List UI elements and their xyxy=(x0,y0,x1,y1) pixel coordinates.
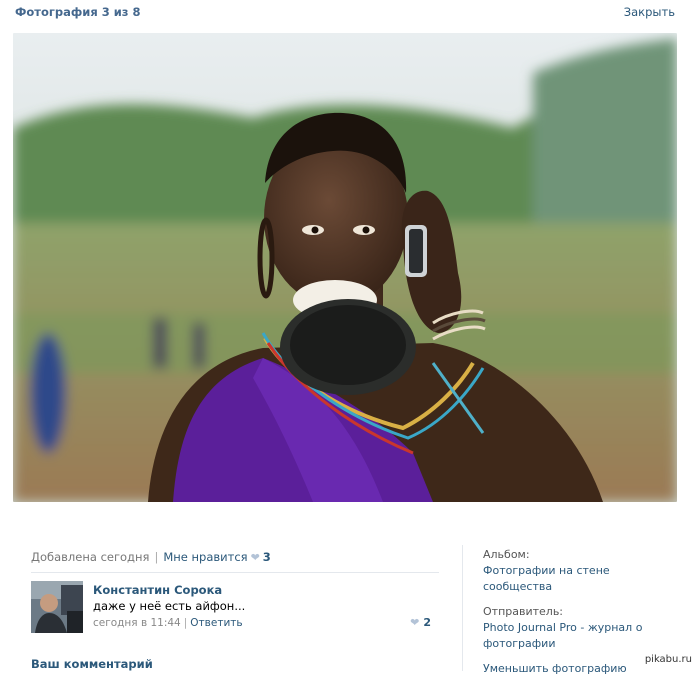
photo-sidebar: Альбом: Фотографии на стене сообщества О… xyxy=(483,547,653,677)
watermark: pikabu.ru xyxy=(641,653,695,666)
photo-meta: Добавлена сегодня | Мне нравится ❤ 3 xyxy=(31,550,271,564)
sender-link-line2[interactable]: фотографии xyxy=(483,636,653,652)
avatar-image xyxy=(31,581,83,633)
photo[interactable] xyxy=(13,33,677,502)
separator: | xyxy=(154,550,159,564)
added-date: Добавлена сегодня xyxy=(31,550,150,564)
sender-label: Отправитель: xyxy=(483,605,564,618)
comment-info: сегодня в 11:44 | Ответить xyxy=(93,617,243,629)
reply-button[interactable]: Ответить xyxy=(190,617,242,629)
close-button[interactable]: Закрыть xyxy=(624,5,675,19)
sender-link-line1[interactable]: Photo Journal Pro - журнал о xyxy=(483,620,653,636)
photo-viewer-header: Фотография 3 из 8 Закрыть xyxy=(0,0,700,26)
comment-time[interactable]: сегодня в 11:44 xyxy=(93,617,181,629)
album-label: Альбом: xyxy=(483,548,530,561)
photo-counter-title: Фотография 3 из 8 xyxy=(15,5,141,19)
divider xyxy=(31,572,439,573)
photo-image xyxy=(13,33,677,502)
separator: | xyxy=(183,617,188,629)
like-button[interactable]: Мне нравится xyxy=(163,550,247,564)
heart-icon: ❤ xyxy=(410,616,420,629)
album-link-line2[interactable]: сообщества xyxy=(483,579,653,595)
comment-author[interactable]: Константин Сорока xyxy=(93,583,222,597)
album-link-line1[interactable]: Фотографии на стене xyxy=(483,563,653,579)
heart-icon[interactable]: ❤ xyxy=(251,551,260,564)
comment-like-count: 2 xyxy=(423,616,431,629)
like-count[interactable]: 3 xyxy=(263,550,271,564)
comment-like-button[interactable]: ❤ 2 xyxy=(407,616,431,629)
comment-item: Константин Сорока даже у неё есть айфон.… xyxy=(31,581,441,636)
avatar[interactable] xyxy=(31,581,83,633)
reduce-photo-link[interactable]: Уменьшить фотографию xyxy=(483,661,653,677)
your-comment-label[interactable]: Ваш комментарий xyxy=(31,657,153,671)
comment-text: даже у неё есть айфон... xyxy=(93,599,246,613)
vertical-divider xyxy=(462,545,463,671)
